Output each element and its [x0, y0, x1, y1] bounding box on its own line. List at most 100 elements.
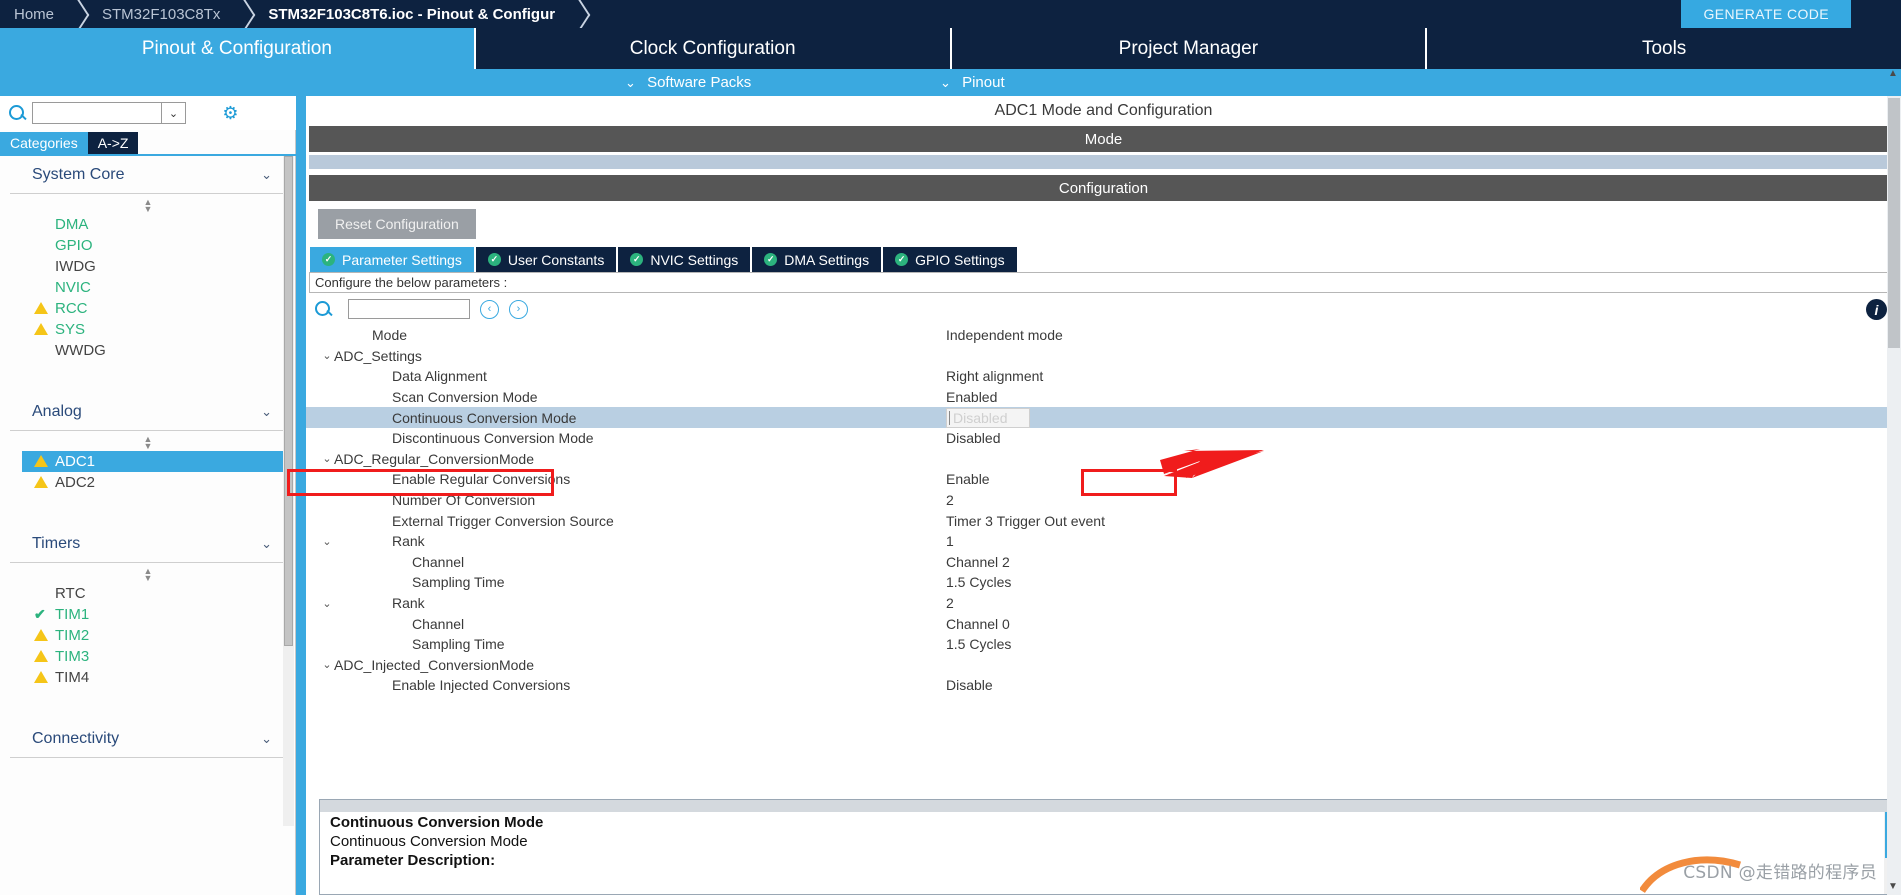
scroll-up-icon[interactable]: ▲ — [1887, 68, 1899, 80]
table-row[interactable]: External Trigger Conversion Source Timer… — [306, 510, 1901, 531]
scroll-spinner-icon[interactable]: ▲ ▼ — [0, 435, 296, 451]
subtab-nvic-settings[interactable]: ✓ NVIC Settings — [618, 247, 751, 272]
subtab-dma-settings[interactable]: ✓ DMA Settings — [752, 247, 882, 272]
breadcrumb-device[interactable]: STM32F103C8Tx — [88, 0, 238, 28]
sidebar-scrollbar-thumb[interactable] — [284, 156, 293, 646]
sidebar-item-adc1[interactable]: ADC1 — [22, 451, 291, 472]
sidebar-item-gpio[interactable]: GPIO — [0, 235, 296, 256]
sidebar-tab-a-to-z[interactable]: A->Z — [87, 132, 139, 154]
parameter-value[interactable]: Independent mode — [946, 327, 1063, 343]
sidebar-item-tim4[interactable]: TIM4 — [0, 667, 296, 688]
previous-icon[interactable]: ‹ — [480, 299, 499, 319]
subtab-user-constants[interactable]: ✓ User Constants — [475, 247, 617, 272]
parameter-value[interactable]: Channel 0 — [946, 616, 1010, 632]
parameter-name: Channel — [412, 553, 465, 570]
sidebar-group-system-core[interactable]: System Core ⌄ — [10, 156, 286, 194]
table-row[interactable]: Number Of Conversion 2 — [306, 490, 1901, 511]
pinout-menu[interactable]: ⌄ Pinout — [940, 74, 1005, 91]
parameter-value[interactable]: Channel 2 — [946, 554, 1010, 570]
table-row[interactable]: Sampling Time 1.5 Cycles — [306, 634, 1901, 655]
description-parameter-label: Parameter Description: — [330, 852, 496, 869]
sidebar-item-adc2[interactable]: ADC2 — [0, 472, 296, 493]
subtab-parameter-settings[interactable]: ✓ Parameter Settings — [310, 247, 474, 272]
table-row[interactable]: Discontinuous Conversion Mode Disabled — [306, 428, 1901, 449]
table-row[interactable]: Mode Independent mode — [306, 325, 1901, 346]
scroll-spinner-icon[interactable]: ▲ ▼ — [0, 567, 296, 583]
generate-code-button[interactable]: GENERATE CODE — [1681, 0, 1851, 28]
chevron-down-icon: ⌄ — [261, 403, 272, 419]
chevron-down-icon[interactable]: ⌄ — [320, 597, 334, 610]
sidebar-item-label: RCC — [55, 300, 88, 317]
software-packs-menu[interactable]: ⌄ Software Packs — [625, 74, 751, 91]
parameter-value[interactable]: Disable — [946, 677, 993, 693]
sidebar-search-input[interactable] — [32, 102, 162, 124]
table-row[interactable]: ⌄ ADC_Settings — [306, 346, 1901, 367]
parameter-value[interactable]: 2 — [946, 595, 954, 611]
parameter-value[interactable]: 1.5 Cycles — [946, 574, 1011, 590]
parameter-value[interactable]: 1.5 Cycles — [946, 636, 1011, 652]
table-row[interactable]: Sampling Time 1.5 Cycles — [306, 572, 1901, 593]
breadcrumb-file[interactable]: STM32F103C8T6.ioc - Pinout & Configur — [254, 0, 573, 28]
table-row[interactable]: Scan Conversion Mode Enabled — [306, 387, 1901, 408]
parameter-value[interactable]: Disabled — [946, 430, 1000, 446]
parameter-value-editor[interactable]: Disabled — [946, 407, 1031, 428]
sidebar-search-dropdown[interactable]: ⌄ — [162, 102, 186, 124]
sidebar-item-iwdg[interactable]: IWDG — [0, 256, 296, 277]
parameter-search-input[interactable] — [348, 299, 470, 319]
chevron-down-icon[interactable]: ⌄ — [320, 452, 334, 465]
sidebar-item-rcc[interactable]: RCC — [0, 298, 296, 319]
tab-pinout-configuration[interactable]: Pinout & Configuration — [0, 28, 476, 69]
parameter-name: Channel — [412, 615, 465, 632]
tab-project-manager[interactable]: Project Manager — [951, 28, 1428, 69]
table-row[interactable]: ⌄ ADC_Injected_ConversionMode — [306, 655, 1901, 676]
parameter-value[interactable]: 1 — [946, 533, 954, 549]
scroll-spinner-icon[interactable]: ▲ ▼ — [0, 198, 296, 214]
table-row[interactable]: Enable Regular Conversions Enable — [306, 469, 1901, 490]
sidebar-group-timers[interactable]: Timers ⌄ — [10, 525, 286, 563]
tab-clock-configuration[interactable]: Clock Configuration — [475, 28, 952, 69]
parameter-name: Discontinuous Conversion Mode — [392, 430, 594, 447]
table-row[interactable]: ⌄ ADC_Regular_ConversionMode — [306, 449, 1901, 470]
sidebar-group-analog[interactable]: Analog ⌄ — [10, 393, 286, 431]
subtab-label: Parameter Settings — [342, 251, 462, 268]
sidebar-item-rtc[interactable]: RTC — [0, 583, 296, 604]
parameter-value[interactable]: Enable — [946, 471, 990, 487]
sidebar-item-sys[interactable]: SYS — [0, 319, 296, 340]
window-scrollbar-thumb[interactable] — [1888, 98, 1900, 348]
sidebar-scrollbar[interactable] — [283, 156, 294, 826]
parameter-value[interactable]: 2 — [946, 492, 954, 508]
tab-tools[interactable]: Tools — [1427, 28, 1901, 69]
table-row-continuous-conversion-mode[interactable]: Continuous Conversion Mode Disabled — [306, 407, 1901, 428]
info-icon[interactable]: i — [1866, 299, 1887, 320]
table-row[interactable]: Channel Channel 0 — [306, 613, 1901, 634]
scroll-down-icon[interactable]: ▼ — [1887, 881, 1899, 893]
parameter-value[interactable]: Right alignment — [946, 368, 1043, 384]
table-row[interactable]: Channel Channel 2 — [306, 552, 1901, 573]
parameter-value[interactable]: Enabled — [946, 389, 997, 405]
table-row[interactable]: Enable Injected Conversions Disable — [306, 675, 1901, 696]
chevron-down-icon[interactable]: ⌄ — [320, 658, 334, 671]
sidebar-item-nvic[interactable]: NVIC — [0, 277, 296, 298]
parameter-value[interactable]: Timer 3 Trigger Out event — [946, 513, 1105, 529]
sidebar-tab-categories[interactable]: Categories — [0, 132, 88, 154]
window-scrollbar[interactable]: ▲ ▼ — [1887, 68, 1901, 895]
table-row[interactable]: ⌄ Rank 1 — [306, 531, 1901, 552]
sidebar-item-tim3[interactable]: TIM3 — [0, 646, 296, 667]
table-row[interactable]: ⌄ Rank 2 — [306, 593, 1901, 614]
table-row[interactable]: Data Alignment Right alignment — [306, 366, 1901, 387]
chevron-down-icon[interactable]: ⌄ — [320, 535, 334, 548]
breadcrumb-home[interactable]: Home — [0, 0, 72, 28]
sidebar-item-label: ADC2 — [55, 474, 96, 491]
sidebar-item-tim1[interactable]: ✔ TIM1 — [0, 604, 296, 625]
sidebar-item-tim2[interactable]: TIM2 — [0, 625, 296, 646]
configuration-sub-tabs: ✓ Parameter Settings ✓ User Constants ✓ … — [306, 247, 1901, 272]
configuration-section-header: Configuration — [309, 175, 1898, 201]
next-icon[interactable]: › — [509, 299, 528, 319]
sidebar-item-dma[interactable]: DMA — [0, 214, 296, 235]
gear-icon[interactable]: ⚙ — [221, 104, 240, 123]
sidebar-group-connectivity[interactable]: Connectivity ⌄ — [10, 720, 286, 758]
sidebar-item-wwdg[interactable]: WWDG — [0, 340, 296, 361]
subtab-gpio-settings[interactable]: ✓ GPIO Settings — [883, 247, 1017, 272]
reset-configuration-button[interactable]: Reset Configuration — [318, 209, 476, 239]
chevron-down-icon[interactable]: ⌄ — [320, 349, 334, 362]
